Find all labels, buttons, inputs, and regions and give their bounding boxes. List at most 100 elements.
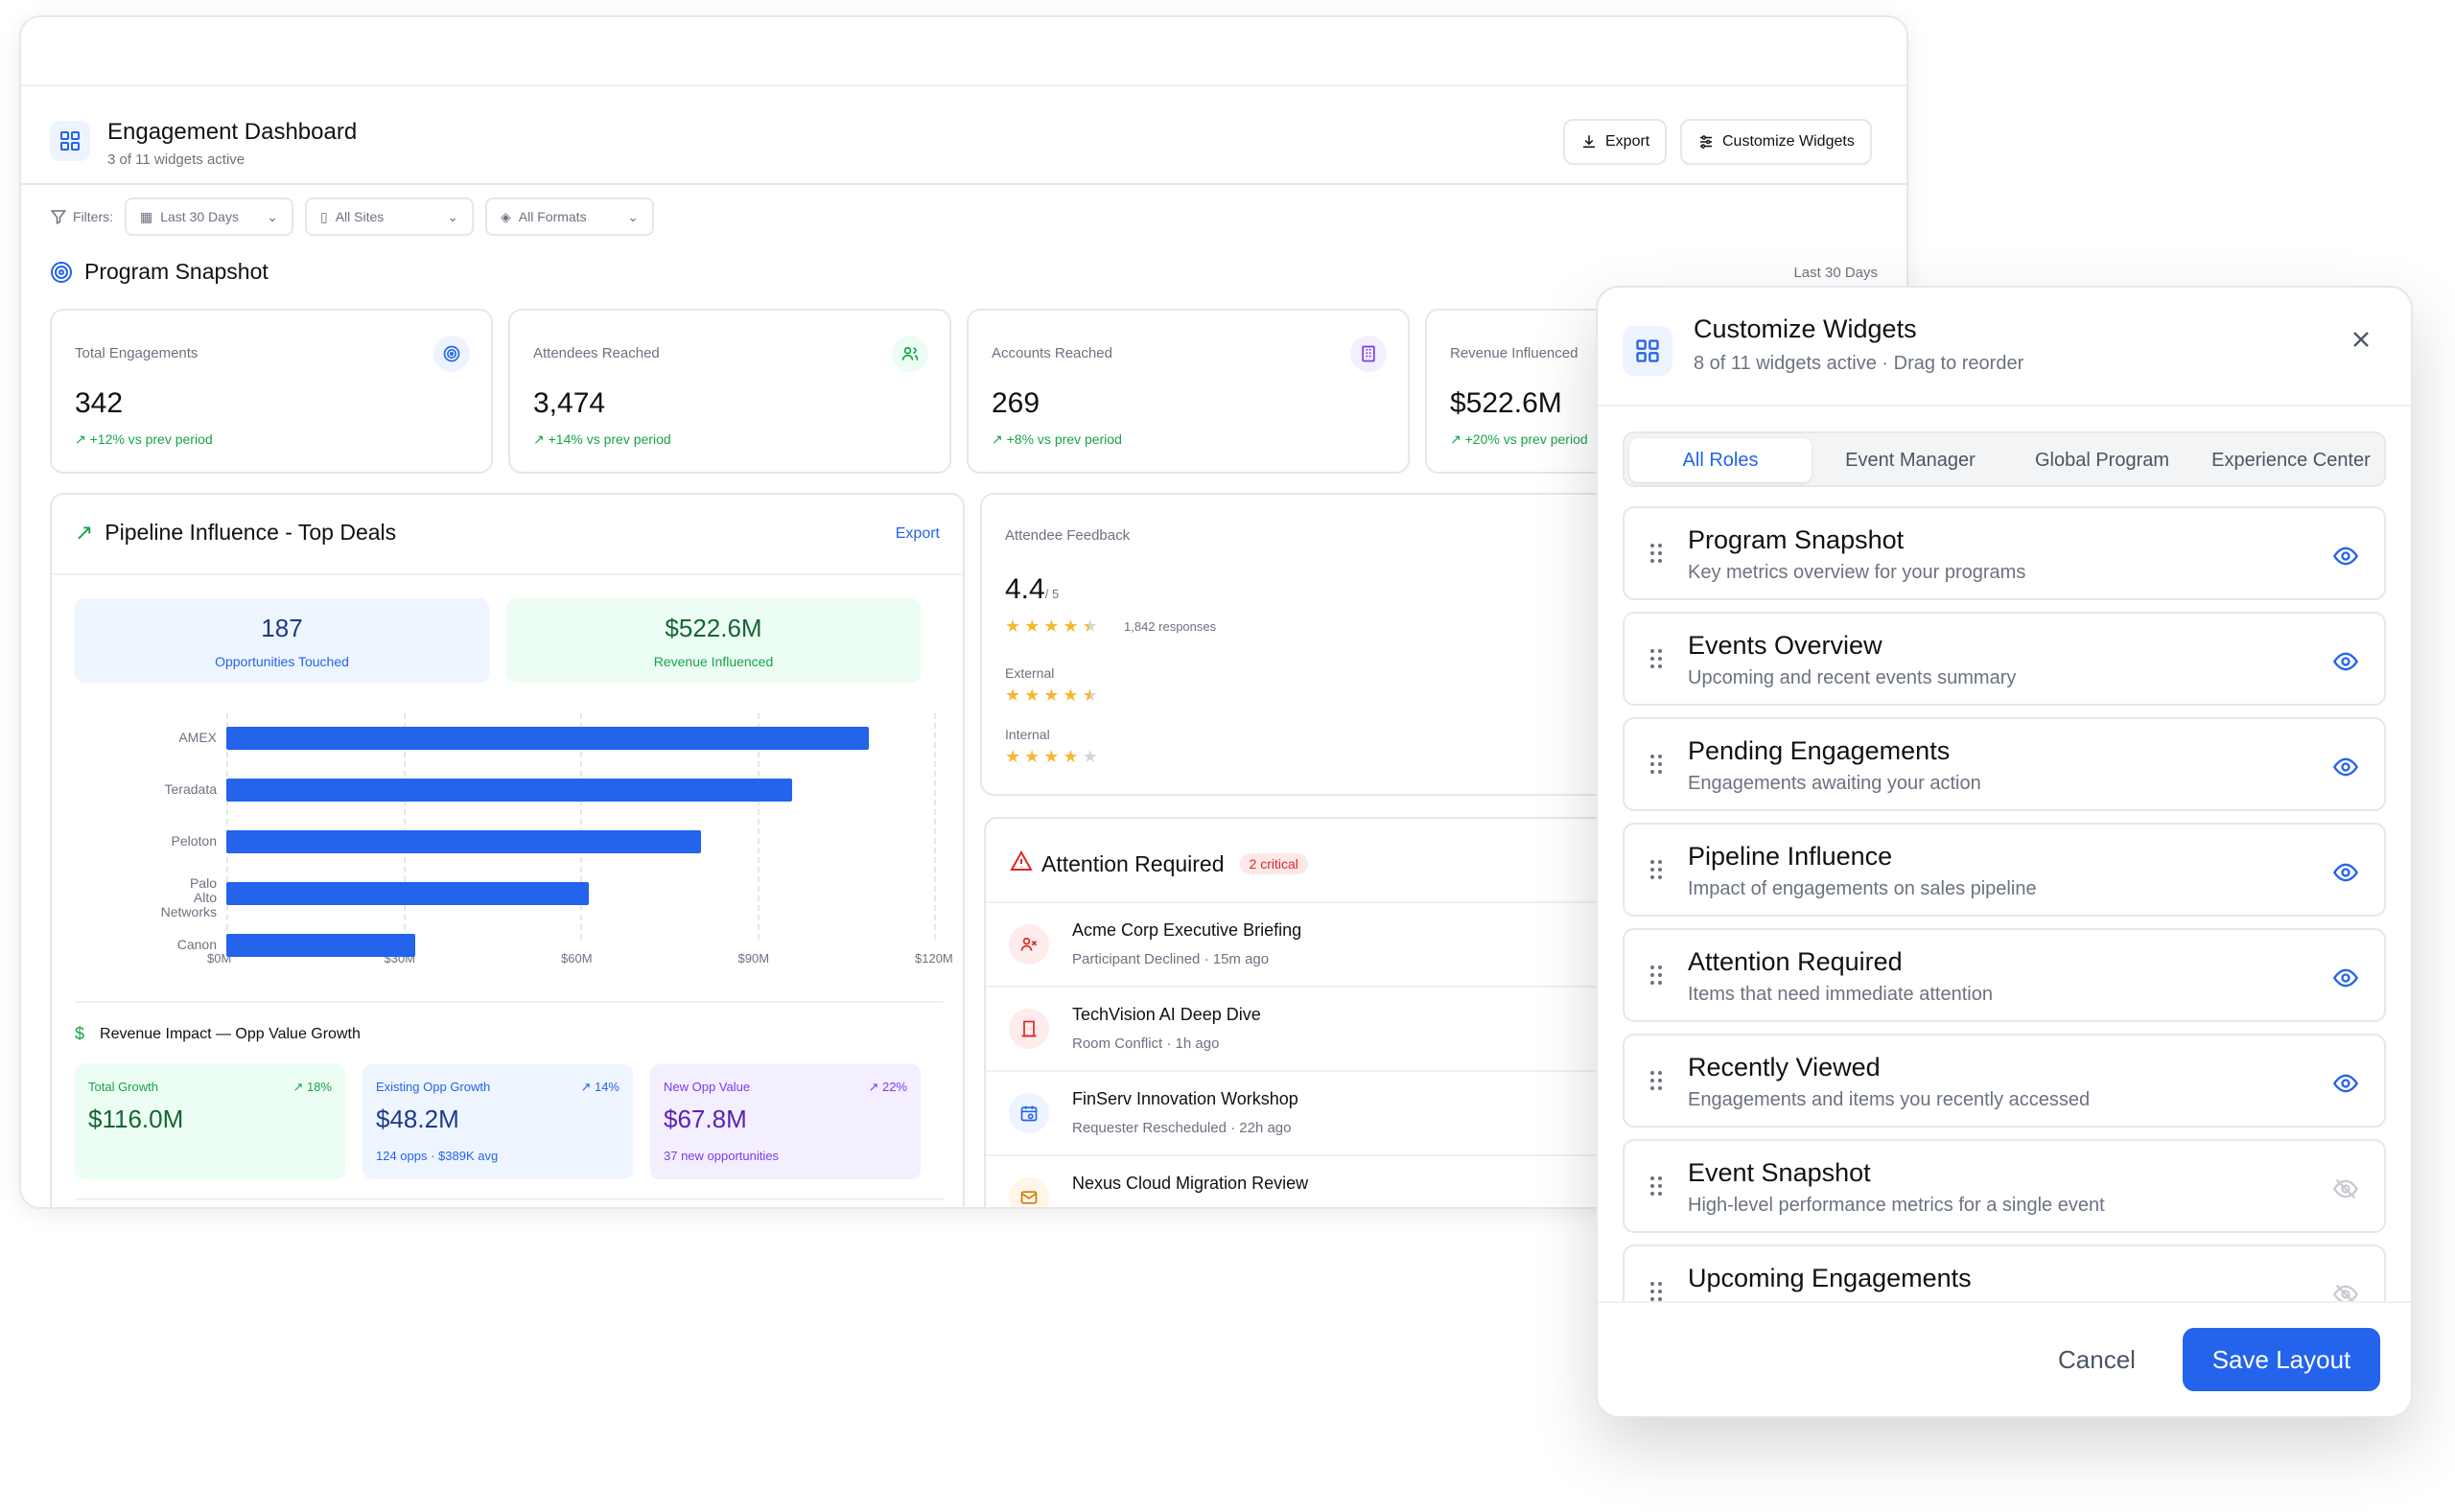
- feedback-title: Attendee Feedback: [1005, 527, 1131, 544]
- widget-title: Pipeline Influence: [1688, 842, 1893, 871]
- metric-trend: ↗ +20% vs prev period: [1450, 431, 1588, 447]
- bar[interactable]: [226, 779, 793, 802]
- widget-description: Impact of engagements on sales pipeline: [1688, 878, 2037, 899]
- widget-description: High-level performance metrics for a sin…: [1688, 1195, 2105, 1216]
- attention-item-title: FinServ Innovation Workshop: [1072, 1089, 1298, 1108]
- eye-icon[interactable]: [2332, 543, 2359, 574]
- drag-handle-icon[interactable]: [1649, 1070, 1663, 1096]
- category-label: AMEX: [178, 730, 217, 745]
- divider: [75, 1001, 944, 1003]
- star-icon: ★: [1063, 747, 1079, 766]
- bar[interactable]: [226, 830, 702, 853]
- sites-filter-value: All Sites: [335, 209, 385, 224]
- revenue-card-pct: ↗ 18%: [292, 1080, 332, 1094]
- trend-text: +20% vs prev period: [1464, 431, 1588, 447]
- export-button[interactable]: Export: [1563, 119, 1668, 165]
- metric-value: 269: [992, 387, 1040, 419]
- star-icon: ★: [1063, 616, 1079, 636]
- star-icon: ★: [1005, 686, 1021, 705]
- star-icon: ★: [1043, 747, 1060, 766]
- widget-row[interactable]: Event Snapshot High-level performance met…: [1623, 1139, 2386, 1233]
- grid-line: [934, 713, 936, 940]
- metric-value: $522.6M: [1450, 387, 1562, 419]
- revenue-card-sub: 37 new opportunities: [664, 1149, 779, 1163]
- star-icon: ★: [1005, 747, 1021, 766]
- metric-label: Accounts Reached: [992, 345, 1112, 361]
- metric-label: Attendees Reached: [533, 345, 660, 361]
- x-tick-label: $60M: [561, 951, 593, 965]
- drag-handle-icon[interactable]: [1649, 754, 1663, 779]
- drag-handle-icon[interactable]: [1649, 859, 1663, 885]
- widget-row[interactable]: Events Overview Upcoming and recent event…: [1623, 612, 2386, 706]
- modal-title: Customize Widgets: [1694, 314, 1917, 343]
- sliders-icon: [1700, 135, 1712, 149]
- attention-item-meta: Requester Rescheduled · 22h ago: [1072, 1120, 1292, 1136]
- revenue-card-value: $67.8M: [664, 1105, 747, 1133]
- revenue-impact-title: $ Revenue Impact — Opp Value Growth: [75, 1024, 361, 1044]
- bar[interactable]: [226, 934, 415, 957]
- save-layout-button[interactable]: Save Layout: [2183, 1328, 2380, 1391]
- drag-handle-icon[interactable]: [1649, 648, 1663, 674]
- layers-icon: ◈: [501, 208, 511, 224]
- revenue-card-label: Total Growth: [88, 1080, 158, 1094]
- modal-footer: Cancel Save Layout: [1598, 1301, 2411, 1416]
- star-icon: ★: [1024, 616, 1040, 636]
- opps-chip: 187 Opportunities Touched: [75, 598, 489, 683]
- drag-handle-icon[interactable]: [1649, 543, 1663, 569]
- attention-title-text: Attention Required: [1041, 850, 1225, 876]
- pipeline-export-link[interactable]: Export: [896, 525, 940, 543]
- metric-label: Total Engagements: [75, 345, 199, 361]
- close-icon[interactable]: [2348, 326, 2374, 358]
- target-icon: [51, 261, 72, 283]
- divider: [75, 1198, 944, 1200]
- attention-item-meta: Participant Declined · 15m ago: [1072, 951, 1270, 967]
- widget-row[interactable]: Attention Required Items that need immedi…: [1623, 928, 2386, 1022]
- metric-trend: ↗ +8% vs prev period: [992, 431, 1122, 447]
- drag-handle-icon[interactable]: [1649, 965, 1663, 990]
- formats-filter[interactable]: ◈ All Formats ⌄: [485, 198, 654, 236]
- filters-bar: Filters: ▦ Last 30 Days ⌄ ▯ All Sites ⌄ …: [50, 198, 654, 236]
- filter-icon: [50, 210, 67, 224]
- metric-trend: ↗ +12% vs prev period: [75, 431, 213, 447]
- eye-icon[interactable]: [2332, 859, 2359, 891]
- tab-experience-center[interactable]: Experience Center: [2200, 438, 2382, 482]
- bar[interactable]: [226, 882, 590, 905]
- revenue-card-pct: ↗ 14%: [580, 1080, 620, 1094]
- revenue-impact-text: Revenue Impact — Opp Value Growth: [100, 1025, 361, 1042]
- eye-icon[interactable]: [2332, 754, 2359, 785]
- metric-card: Total Engagements 342 ↗ +12% vs prev per…: [50, 309, 493, 474]
- widget-row[interactable]: Pending Engagements Engagements awaiting …: [1623, 717, 2386, 811]
- revenue-card-sub: 124 opps · $389K avg: [376, 1149, 499, 1163]
- target-icon: [433, 336, 470, 372]
- widget-row[interactable]: Pipeline Influence Impact of engagements …: [1623, 823, 2386, 917]
- widget-title: Pending Engagements: [1688, 736, 1951, 765]
- internal-label: Internal: [1005, 727, 1050, 742]
- bar[interactable]: [226, 727, 870, 750]
- category-label: Peloton: [171, 833, 217, 849]
- widget-description: Key metrics overview for your programs: [1688, 562, 2026, 583]
- download-icon: [1583, 135, 1595, 148]
- category-label: Teradata: [164, 781, 217, 797]
- page-subtitle: 3 of 11 widgets active: [107, 151, 246, 168]
- pct-text: 22%: [881, 1080, 907, 1094]
- cancel-button[interactable]: Cancel: [2058, 1345, 2136, 1375]
- eye-icon[interactable]: [2332, 1070, 2359, 1102]
- star-icon: ★: [1024, 686, 1040, 705]
- pipeline-title: ↗ Pipeline Influence - Top Deals: [75, 520, 396, 546]
- trending-up-icon: ↗: [75, 520, 94, 545]
- widget-row[interactable]: Recently Viewed Engagements and items you…: [1623, 1034, 2386, 1128]
- sites-filter[interactable]: ▯ All Sites ⌄: [305, 198, 474, 236]
- date-filter[interactable]: ▦ Last 30 Days ⌄: [125, 198, 293, 236]
- widget-row[interactable]: Program Snapshot Key metrics overview for…: [1623, 506, 2386, 600]
- tab-event-manager[interactable]: Event Manager: [1816, 438, 2004, 482]
- formats-filter-value: All Formats: [518, 209, 587, 224]
- eye-icon[interactable]: [2332, 648, 2359, 680]
- tab-global-program[interactable]: Global Program: [2008, 438, 2196, 482]
- x-tick-label: $120M: [915, 951, 953, 965]
- eye-off-icon[interactable]: [2332, 1175, 2359, 1207]
- customize-widgets-button[interactable]: Customize Widgets: [1680, 119, 1872, 165]
- drag-handle-icon[interactable]: [1649, 1175, 1663, 1201]
- tab-all-roles[interactable]: All Roles: [1629, 438, 1812, 482]
- door-icon: [1009, 1009, 1049, 1049]
- eye-icon[interactable]: [2332, 965, 2359, 996]
